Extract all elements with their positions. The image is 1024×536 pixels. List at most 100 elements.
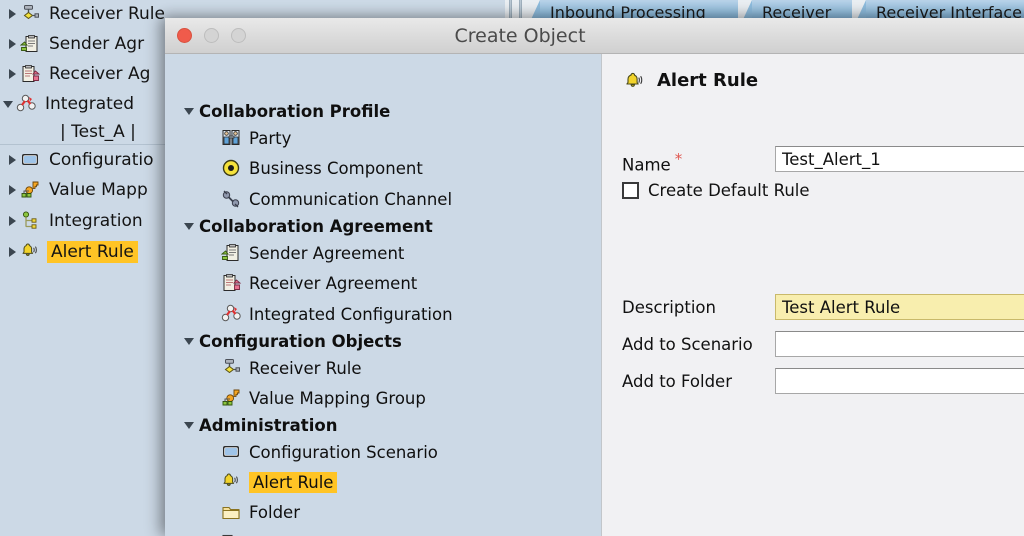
description-input[interactable] [775,294,1024,320]
bg-tree-item-sender-agr[interactable]: Sender Agr [4,30,146,58]
alert-rule-icon [622,71,644,91]
chevron-right-icon[interactable] [4,207,20,235]
dialog-tree-item-configuration-objects[interactable]: Configuration Objects [179,328,402,354]
chevron-down-icon[interactable] [0,90,16,118]
bg-tree-item-label: Value Mapp [49,180,148,200]
dialog-tree-item-label: Business Component [249,158,423,178]
receiver-agreement-icon [221,273,243,293]
bg-tree-item-label: | Test_A | [60,122,136,142]
create-default-rule-label: Create Default Rule [648,181,810,200]
dialog-tree-item-party[interactable]: Party [221,125,291,151]
dialog-tree-item-value-mapping-group[interactable]: Value Mapping Group [221,385,426,411]
bg-tree-item-value-mapp[interactable]: Value Mapp [4,176,150,204]
dialog-tree-item-label: Administration [199,415,338,435]
bg-tree-item-integrated[interactable]: Integrated [0,90,136,118]
panel-heading: Alert Rule [622,70,758,91]
dialog-tree-item-label: Collaboration Profile [199,101,391,121]
chevron-down-icon[interactable] [179,213,199,239]
dialog-tree-item-collaboration-agreement[interactable]: Collaboration Agreement [179,213,433,239]
chevron-right-icon[interactable] [4,30,20,58]
name-input[interactable] [775,146,1024,172]
dialog-tree-item-label: Integrated Configuration [249,304,453,324]
bg-tree-item-test-a[interactable]: | Test_A | [58,118,138,146]
integrated-configuration-icon [16,94,38,114]
chevron-down-icon[interactable] [179,328,199,354]
bg-tree-item-label: Receiver Rule [49,4,165,24]
chevron-right-icon[interactable] [4,0,20,28]
receiver-agreement-icon [20,64,42,84]
configuration-scenario-icon [20,150,42,170]
add-to-scenario-input[interactable] [775,331,1024,357]
dialog-tree-item-label: Communication Channel [249,189,453,209]
bg-tree-item-receiver-rule[interactable]: Receiver Rule [4,0,167,28]
chevron-right-icon[interactable] [4,60,20,88]
bg-tree-item-label: Sender Agr [49,34,145,54]
chevron-down-icon[interactable] [179,98,199,124]
dialog-tree-item-label: Receiver Agreement [249,273,418,293]
sender-agreement-icon [221,243,243,263]
bg-tree-item-label: Integration [49,211,143,231]
dialog-tree-item-label: Party [249,128,292,148]
bg-tree-item-label: Configuratio [49,150,154,170]
add-to-scenario-label: Add to Scenario [622,335,753,354]
sender-agreement-icon [20,34,42,54]
dialog-body: Collaboration Profile Party Business Compo… [165,54,1024,536]
dialog-title-bar[interactable]: Create Object [165,18,1024,54]
dialog-tree-item-configuration-scenario[interactable]: Configuration Scenario [221,439,438,465]
configuration-scenario-icon [221,442,243,462]
dialog-tree-item-label: Folder [249,502,300,522]
bg-tree-item-label: Integrated [45,94,135,114]
chevron-right-icon[interactable] [4,238,20,266]
bg-tree-item-receiver-ag[interactable]: Receiver Ag [4,60,152,88]
chevron-down-icon[interactable] [179,412,199,438]
dialog-tree-item-label: Sender Agreement [249,243,405,263]
alert-rule-icon [221,472,243,492]
dialog-tree-item-change-list[interactable]: Change List [221,530,346,536]
dialog-tree-item-collaboration-profile[interactable]: Collaboration Profile [179,98,390,124]
dialog-tree-item-receiver-rule[interactable]: Receiver Rule [221,355,362,381]
bg-tree-item-label: Receiver Ag [49,64,151,84]
add-to-folder-input[interactable] [775,368,1024,394]
bg-tree-item-alert-rule[interactable]: Alert Rule [4,238,138,266]
dialog-tree-item-alert-rule[interactable]: Alert Rule [221,469,338,495]
integration-icon [20,211,42,231]
dialog-tree-item-label: Configuration Scenario [249,442,438,462]
value-mapping-group-icon [221,388,243,408]
required-marker: * [674,150,683,168]
dialog-tree-item-label: Alert Rule [249,471,338,493]
dialog-tree-item-label: Value Mapping Group [249,388,426,408]
bg-tree-item-label: Alert Rule [47,241,138,263]
dialog-tree-item-label: Collaboration Agreement [199,216,433,236]
chevron-right-icon[interactable] [4,176,20,204]
value-mapping-group-icon [20,180,42,200]
object-type-tree[interactable]: Collaboration Profile Party Business Compo… [165,54,601,536]
business-component-icon [221,158,243,178]
dialog-tree-item-sender-agreement[interactable]: Sender Agreement [221,240,404,266]
bg-tree-item-integration[interactable]: Integration [4,207,145,235]
name-label: Name * [622,150,682,175]
dialog-tree-item-receiver-agreement[interactable]: Receiver Agreement [221,270,417,296]
dialog-tree-item-label: Receiver Rule [249,358,362,378]
dialog-tree-item-folder[interactable]: Folder [221,499,300,525]
add-to-folder-label: Add to Folder [622,372,732,391]
create-default-rule-row[interactable]: Create Default Rule [622,181,810,200]
alert-rule-icon [20,242,42,262]
receiver-rule-icon [20,4,42,24]
object-properties-panel: Alert Rule Name* Create Default Rule Des… [601,54,1024,536]
create-object-dialog: Create Object Collaboration Profile Party… [165,18,1024,536]
dialog-tree-item-label: Configuration Objects [199,331,402,351]
dialog-tree-item-integrated-configuration[interactable]: Integrated Configuration [221,301,453,327]
create-default-rule-checkbox[interactable] [622,182,639,199]
integrated-configuration-icon [221,304,243,324]
name-label-text: Name [622,155,671,175]
party-icon [221,128,243,148]
dialog-tree-item-business-component[interactable]: Business Component [221,155,423,181]
bg-tree-item-configuratio[interactable]: Configuratio [4,146,156,174]
dialog-tree-item-administration[interactable]: Administration [179,412,337,438]
communication-channel-icon [221,189,243,209]
folder-icon [221,502,243,522]
dialog-tree-item-communication-channel[interactable]: Communication Channel [221,186,452,212]
panel-heading-label: Alert Rule [657,70,759,91]
chevron-right-icon[interactable] [4,146,20,174]
description-label: Description [622,298,716,317]
